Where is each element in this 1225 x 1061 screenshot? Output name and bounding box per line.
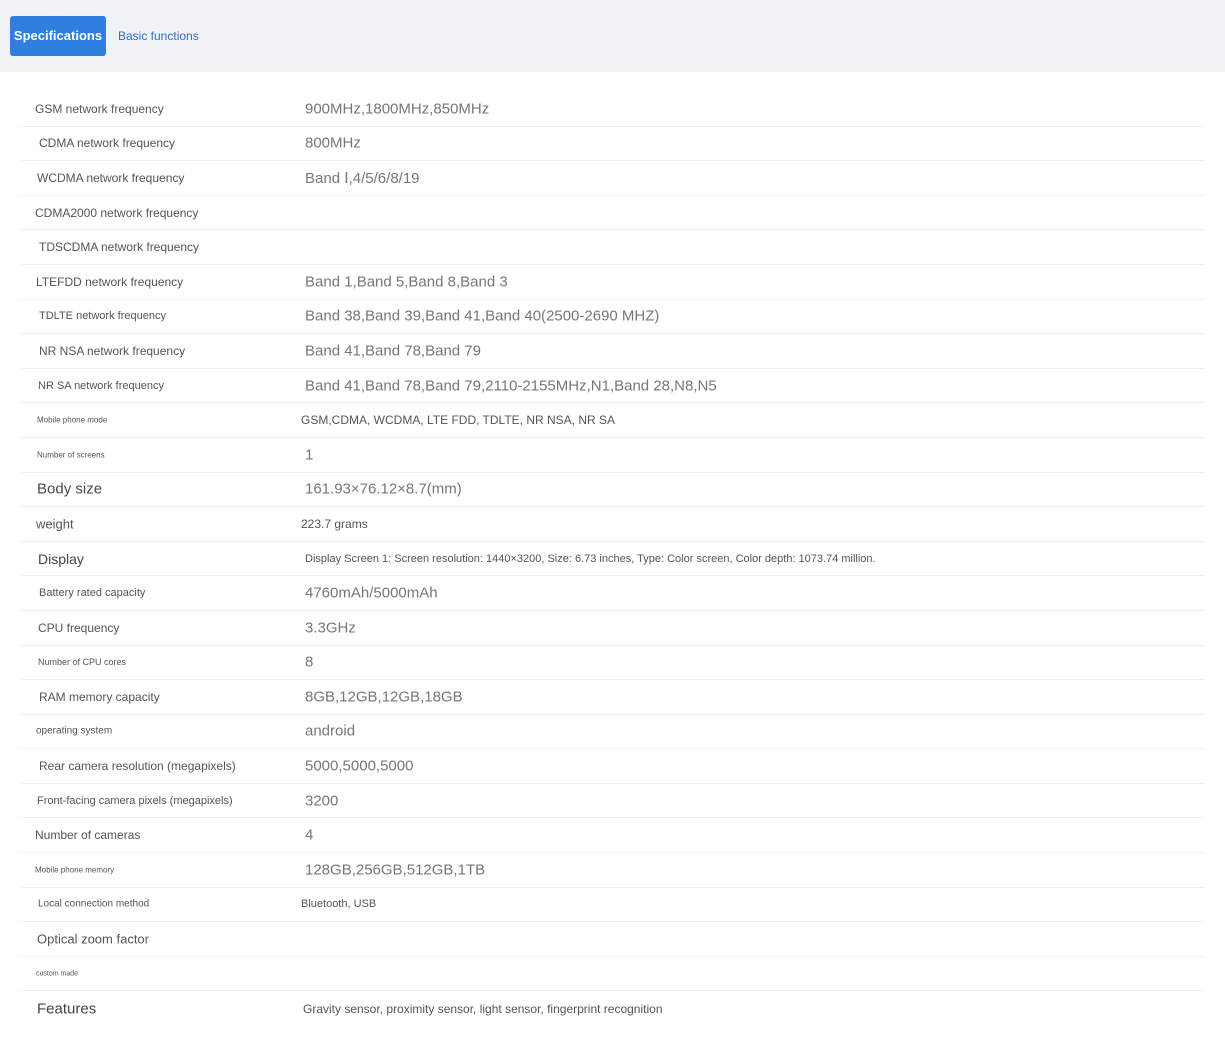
spec-row-weight: weight 223.7 grams	[20, 507, 1205, 542]
spec-row-nr-nsa: NR NSA network frequency Band 41,Band 78…	[20, 334, 1205, 369]
spec-label: Front-facing camera pixels (megapixels)	[37, 794, 233, 807]
spec-label: Features	[37, 1000, 97, 1018]
spec-label: operating system	[36, 725, 113, 737]
spec-row-gsm: GSM network frequency 900MHz,1800MHz,850…	[20, 92, 1205, 127]
spec-label: GSM network frequency	[35, 101, 164, 116]
spec-label: Local connection method	[38, 898, 150, 910]
spec-label: Number of screens	[37, 450, 105, 460]
spec-row-front-camera: Front-facing camera pixels (megapixels) …	[20, 784, 1205, 819]
spec-label: Rear camera resolution (megapixels)	[39, 759, 236, 774]
spec-value: Bluetooth, USB	[301, 898, 377, 911]
spec-value: Band 1,Band 5,Band 8,Band 3	[305, 273, 508, 291]
spec-label: Mobile phone mode	[37, 415, 108, 425]
spec-value: 223.7 grams	[301, 516, 368, 531]
spec-label: CDMA network frequency	[39, 136, 176, 151]
tab-specifications[interactable]: Specifications	[10, 16, 106, 56]
spec-label: NR NSA network frequency	[39, 343, 186, 358]
spec-row-screens: Number of screens 1	[20, 438, 1205, 473]
spec-label: NR SA network frequency	[38, 379, 164, 392]
spec-value: 8GB,12GB,12GB,18GB	[305, 688, 463, 706]
spec-row-features: Features Gravity sensor, proximity senso…	[20, 991, 1205, 1026]
spec-row-cpu-frequency: CPU frequency 3.3GHz	[20, 611, 1205, 646]
spec-row-rear-camera: Rear camera resolution (megapixels) 5000…	[20, 749, 1205, 784]
spec-row-tdscdma: TDSCDMA network frequency	[20, 230, 1205, 265]
spec-row-ram: RAM memory capacity 8GB,12GB,12GB,18GB	[20, 680, 1205, 715]
spec-value: Band 38,Band 39,Band 41,Band 40(2500-269…	[305, 307, 660, 325]
spec-row-cdma2000: CDMA2000 network frequency	[20, 196, 1205, 231]
spec-value: 4760mAh/5000mAh	[305, 584, 438, 602]
spec-label: RAM memory capacity	[39, 689, 160, 704]
spec-value: 4	[305, 826, 314, 844]
spec-value: 128GB,256GB,512GB,1TB	[305, 861, 486, 879]
spec-row-tdlte: TDLTE network frequency Band 38,Band 39,…	[20, 300, 1205, 335]
spec-row-body-size: Body size 161.93×76.12×8.7(mm)	[20, 473, 1205, 508]
spec-row-wcdma: WCDMA network frequency Band Ⅰ,4/5/6/8/1…	[20, 161, 1205, 196]
spec-label: weight	[36, 516, 74, 532]
specifications-table: GSM network frequency 900MHz,1800MHz,850…	[20, 92, 1205, 1026]
spec-row-cpu-cores: Number of CPU cores 8	[20, 646, 1205, 681]
spec-label: WCDMA network frequency	[37, 170, 185, 185]
spec-label: CDMA2000 network frequency	[35, 205, 199, 220]
spec-label: Optical zoom factor	[37, 931, 149, 947]
spec-label: custom made	[36, 970, 79, 978]
spec-row-battery: Battery rated capacity 4760mAh/5000mAh	[20, 576, 1205, 611]
spec-value: GSM,CDMA, WCDMA, LTE FDD, TDLTE, NR NSA,…	[301, 413, 616, 428]
spec-row-custom-made: custom made	[20, 957, 1205, 992]
spec-value: 3200	[305, 792, 339, 810]
spec-value: android	[305, 722, 356, 740]
spec-row-nr-sa: NR SA network frequency Band 41,Band 78,…	[20, 369, 1205, 404]
spec-label: CPU frequency	[38, 620, 120, 635]
spec-label: Number of cameras	[35, 828, 141, 843]
spec-value: 161.93×76.12×8.7(mm)	[305, 480, 462, 498]
spec-row-connection: Local connection method Bluetooth, USB	[20, 888, 1205, 923]
spec-value: Band Ⅰ,4/5/6/8/19	[305, 169, 420, 187]
spec-row-cdma: CDMA network frequency 800MHz	[20, 127, 1205, 162]
spec-label: Mobile phone memory	[35, 865, 115, 875]
spec-value: 900MHz,1800MHz,850MHz	[305, 100, 490, 118]
tab-basic-functions[interactable]: Basic functions	[118, 16, 199, 56]
spec-label: Body size	[37, 480, 103, 498]
spec-value: 8	[305, 653, 314, 671]
spec-value: 3.3GHz	[305, 619, 356, 637]
spec-value: Band 41,Band 78,Band 79,2110-2155MHz,N1,…	[305, 377, 717, 395]
spec-value: 1	[305, 446, 314, 464]
tab-bar: Specifications Basic functions	[0, 0, 1225, 72]
spec-row-display: Display Display Screen 1: Screen resolut…	[20, 542, 1205, 577]
spec-value: Band 41,Band 78,Band 79	[305, 342, 481, 360]
spec-value: Display Screen 1: Screen resolution: 144…	[305, 552, 876, 565]
spec-label: LTEFDD network frequency	[36, 274, 184, 289]
spec-value: 800MHz	[305, 134, 361, 152]
spec-value: Gravity sensor, proximity sensor, light …	[303, 1001, 663, 1016]
spec-row-phone-mode: Mobile phone mode GSM,CDMA, WCDMA, LTE F…	[20, 403, 1205, 438]
spec-label: Battery rated capacity	[39, 587, 146, 600]
spec-row-phone-memory: Mobile phone memory 128GB,256GB,512GB,1T…	[20, 853, 1205, 888]
spec-label: Display	[38, 550, 84, 567]
spec-label: Number of CPU cores	[38, 657, 127, 668]
spec-value: 5000,5000,5000	[305, 757, 414, 775]
spec-row-optical-zoom: Optical zoom factor	[20, 922, 1205, 957]
spec-row-os: operating system android	[20, 715, 1205, 750]
spec-row-ltefdd: LTEFDD network frequency Band 1,Band 5,B…	[20, 265, 1205, 300]
spec-row-cameras: Number of cameras 4	[20, 818, 1205, 854]
spec-label: TDSCDMA network frequency	[39, 240, 200, 255]
spec-label: TDLTE network frequency	[39, 310, 166, 323]
